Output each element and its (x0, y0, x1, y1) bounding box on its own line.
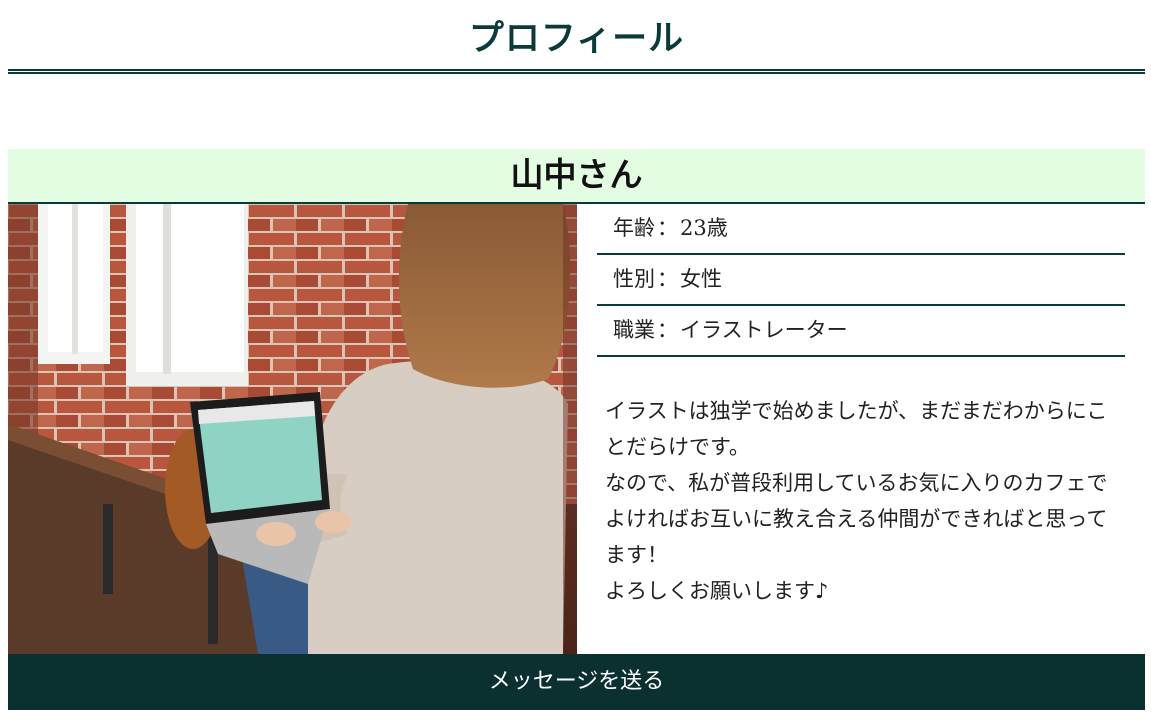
profile-photo (8, 204, 577, 654)
profile-name-band: 山中さん (8, 149, 1145, 204)
detail-age: 年齢：23歳 (597, 204, 1125, 255)
detail-separator: ： (657, 267, 678, 291)
page-title: プロフィール (468, 19, 685, 59)
page-header: プロフィール (8, 0, 1145, 74)
detail-value: 女性 (680, 267, 722, 291)
send-message-button[interactable]: メッセージを送る (8, 654, 1145, 710)
detail-value: 23歳 (680, 216, 728, 240)
detail-separator: ： (657, 318, 678, 342)
bio-paragraph: よろしくお願いします♪ (605, 579, 829, 603)
profile-name: 山中さん (510, 155, 643, 194)
profile-bio: イラストは独学で始めましたが、まだまだわからにことだらけです。 なので、私が普段… (605, 393, 1115, 609)
detail-label: 性別 (613, 267, 655, 291)
detail-occupation: 職業：イラストレーター (597, 306, 1125, 357)
detail-gender: 性別：女性 (597, 255, 1125, 306)
detail-label: 職業 (613, 318, 655, 342)
bio-paragraph: なので、私が普段利用しているお気に入りのカフェでよければお互いに教え合える仲間が… (605, 471, 1108, 567)
detail-value: イラストレーター (680, 318, 848, 342)
profile-card: 山中さん 年齢：23歳 性別：女性 職業：イラストレーター イラストは独学で始め… (8, 149, 1145, 710)
bio-paragraph: イラストは独学で始めましたが、まだまだわからにことだらけです。 (605, 399, 1108, 459)
detail-label: 年齢 (613, 216, 655, 240)
woman-with-laptop-photo (8, 204, 577, 654)
detail-separator: ： (657, 216, 678, 240)
profile-details: 年齢：23歳 性別：女性 職業：イラストレーター (597, 204, 1125, 357)
